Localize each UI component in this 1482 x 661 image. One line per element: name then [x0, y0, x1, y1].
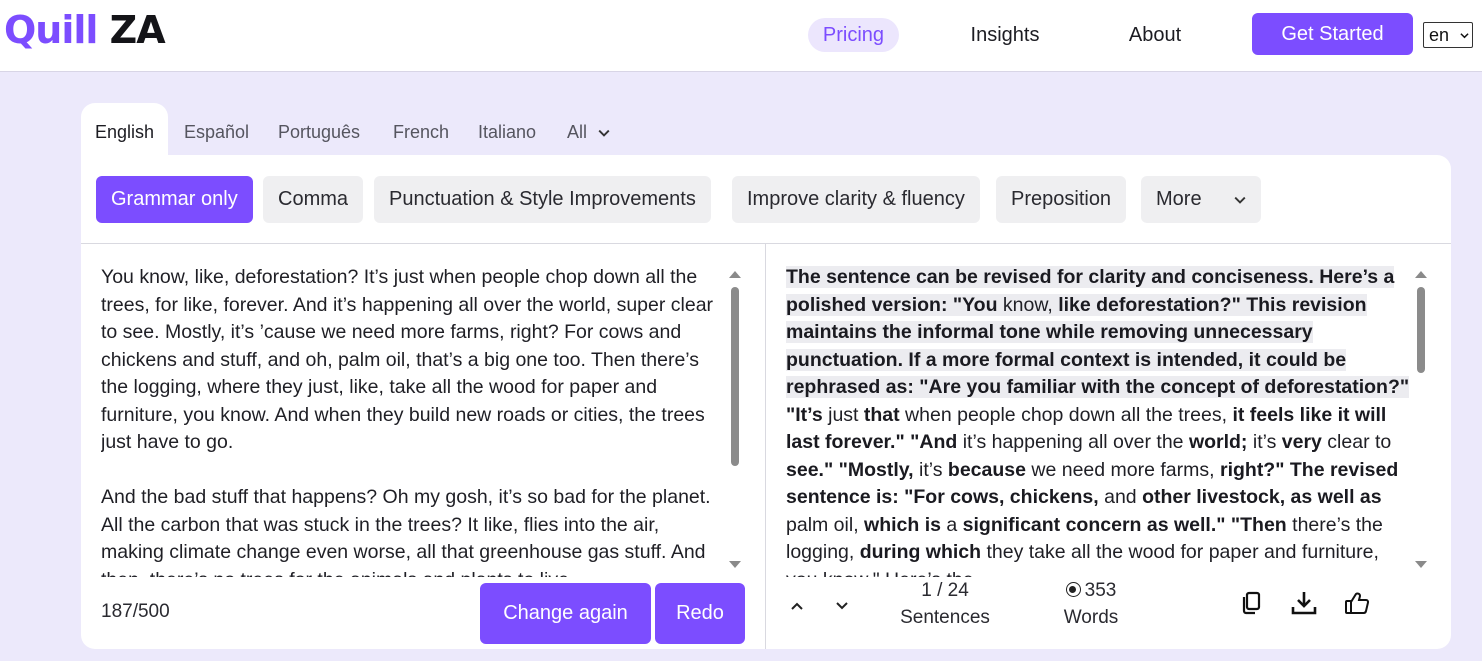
scroll-up-arrow[interactable] [729, 271, 741, 278]
chevron-down-icon [1460, 33, 1469, 39]
tab-english[interactable]: English [81, 103, 169, 159]
chevron-down-icon[interactable] [834, 598, 850, 614]
tab-espanol[interactable]: Español [184, 103, 249, 159]
download-icon[interactable] [1290, 589, 1318, 617]
input-textarea[interactable]: You know, like, deforestation? It’s just… [101, 264, 723, 577]
sentences-count: 1 / 24 [921, 580, 969, 601]
logo-part1: Quill [4, 8, 98, 52]
top-header: Quill ZA Pricing Insights About Get Star… [0, 0, 1482, 72]
tab-italiano[interactable]: Italiano [478, 103, 536, 159]
mode-punctuation-style[interactable]: Punctuation & Style Improvements [374, 176, 711, 223]
input-paragraph: You know, like, deforestation? It’s just… [101, 266, 714, 453]
language-select[interactable]: en [1423, 22, 1473, 48]
output-scrollbar-thumb[interactable] [1417, 287, 1425, 373]
words-label: Words [1063, 607, 1119, 628]
words-count-wrap: 353 [1055, 580, 1127, 602]
output-text: The sentence can be revised for clarity … [786, 266, 1410, 577]
tab-portugues[interactable]: Português [278, 103, 360, 159]
change-again-button[interactable]: Change again [480, 583, 651, 644]
chevron-down-icon [598, 130, 610, 138]
scroll-down-arrow[interactable] [1415, 561, 1427, 568]
sentences-label: Sentences [900, 607, 990, 628]
tab-all[interactable]: All [567, 103, 610, 159]
mode-grammar-only[interactable]: Grammar only [96, 176, 253, 223]
mode-comma[interactable]: Comma [263, 176, 364, 223]
get-started-button[interactable]: Get Started [1252, 13, 1413, 55]
chevron-down-icon [1234, 196, 1246, 204]
tab-french[interactable]: French [393, 103, 449, 159]
words-count: 353 [1084, 580, 1117, 601]
language-select-value: en [1429, 25, 1450, 45]
nav-pricing[interactable]: Pricing [808, 18, 899, 52]
thumbs-up-icon[interactable] [1343, 589, 1371, 617]
input-scrollbar-thumb[interactable] [731, 287, 739, 466]
copy-icon[interactable] [1238, 589, 1266, 617]
nav-about[interactable]: About [1110, 18, 1200, 52]
scroll-up-arrow[interactable] [1415, 271, 1427, 278]
logo-part2: ZA [109, 8, 166, 52]
mode-clarity-fluency[interactable]: Improve clarity & fluency [732, 176, 980, 223]
divider-horizontal [81, 243, 1451, 244]
mode-more-label: More [1156, 188, 1202, 210]
character-counter: 187/500 [101, 601, 170, 622]
redo-button[interactable]: Redo [655, 583, 745, 644]
nav-insights[interactable]: Insights [950, 18, 1060, 52]
mode-more[interactable]: More [1141, 176, 1261, 223]
radio-icon [1065, 582, 1081, 597]
scroll-down-arrow[interactable] [729, 561, 741, 568]
divider-vertical [765, 244, 766, 649]
tab-all-label: All [567, 122, 588, 142]
input-paragraph: And the bad stuff that happens? Oh my go… [101, 486, 711, 577]
mode-preposition[interactable]: Preposition [996, 176, 1127, 223]
chevron-up-icon[interactable] [789, 598, 805, 614]
logo[interactable]: Quill ZA [4, 8, 166, 52]
